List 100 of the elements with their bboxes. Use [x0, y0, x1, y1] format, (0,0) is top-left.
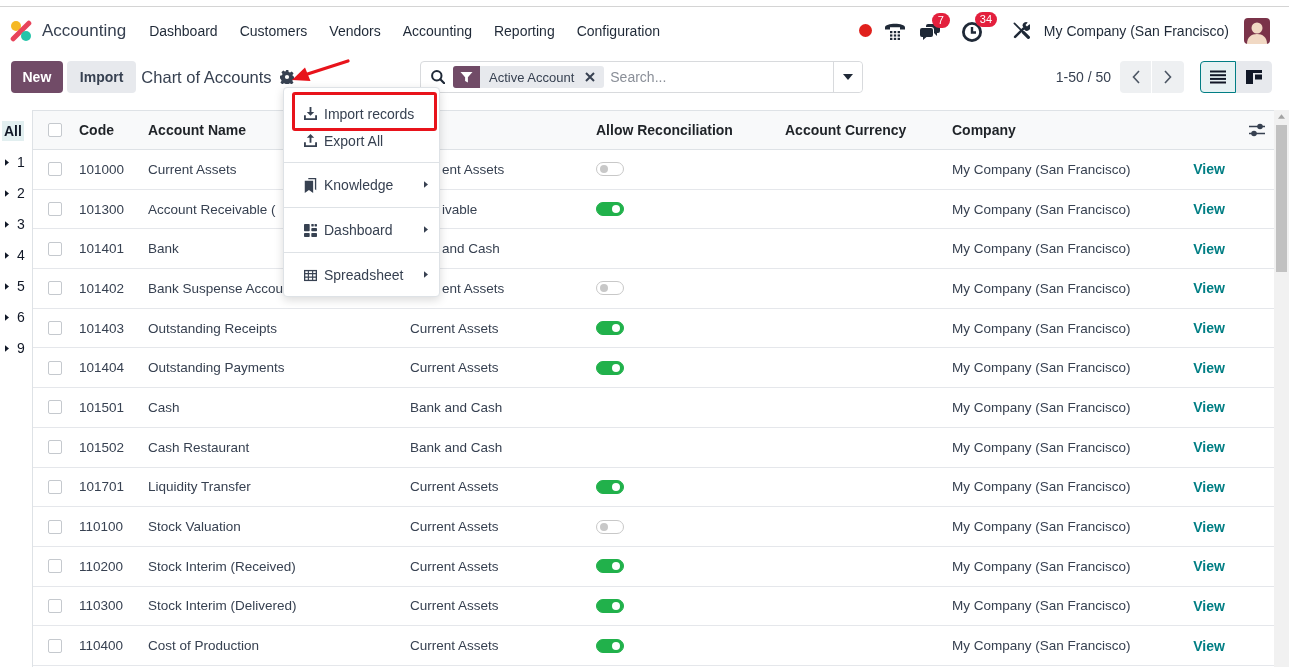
table-cell: My Company (San Francisco)	[952, 558, 1131, 574]
table-cell: My Company (San Francisco)	[952, 519, 1131, 535]
checkbox[interactable]	[48, 638, 62, 653]
category-item[interactable]: 6	[5, 307, 25, 327]
clock-icon[interactable]	[961, 22, 982, 42]
checkbox[interactable]	[48, 519, 62, 534]
table-cell: 110100	[79, 519, 124, 535]
search-input[interactable]: Search...	[604, 63, 833, 91]
category-item[interactable]: All	[2, 121, 24, 141]
menu-item[interactable]: Knowledge	[297, 171, 431, 199]
nav-menu-item[interactable]: Vendors	[318, 22, 392, 39]
remove-icon[interactable]	[585, 72, 596, 82]
next-page-button[interactable]	[1152, 61, 1184, 93]
status-dot-icon[interactable]	[858, 24, 872, 37]
pager-value[interactable]: 1-50 / 50	[1055, 69, 1111, 85]
checkbox[interactable]	[48, 162, 62, 177]
scrollbar-thumb[interactable]	[1276, 125, 1287, 272]
view-link[interactable]: View	[1193, 240, 1225, 257]
table-cell: Liquidity Transfer	[148, 479, 251, 495]
nav-menu-item[interactable]: Dashboard	[138, 22, 229, 39]
column-header[interactable]: Company	[952, 122, 1170, 138]
toggle-switch[interactable]	[596, 559, 624, 574]
nav-menu-item[interactable]: Customers	[228, 22, 319, 39]
scrollbar[interactable]	[1274, 110, 1289, 667]
checkbox[interactable]	[48, 559, 62, 574]
table-cell: My Company (San Francisco)	[952, 201, 1131, 217]
column-header[interactable]: Code	[79, 122, 148, 138]
menu-item[interactable]: Dashboard	[297, 216, 431, 244]
company-switcher[interactable]: My Company (San Francisco)	[1043, 22, 1229, 39]
search-field[interactable]: Active Account Search...	[420, 61, 863, 93]
checkbox[interactable]	[48, 281, 62, 296]
view-link[interactable]: View	[1193, 597, 1225, 614]
menu-item[interactable]: Export All	[297, 127, 431, 154]
checkbox[interactable]	[48, 202, 62, 217]
avatar[interactable]	[1244, 17, 1270, 44]
nav-menu-item[interactable]: Configuration	[565, 22, 671, 39]
column-header[interactable]: Account Currency	[785, 122, 952, 138]
view-link[interactable]: View	[1193, 320, 1225, 337]
checkbox[interactable]	[48, 241, 62, 256]
category-item[interactable]: 5	[5, 276, 25, 296]
view-link[interactable]: View	[1193, 518, 1225, 535]
view-link[interactable]: View	[1193, 161, 1225, 178]
settings-icon[interactable]	[279, 70, 294, 84]
toggle-switch[interactable]	[596, 519, 624, 534]
checkbox[interactable]	[48, 598, 62, 613]
previous-page-button[interactable]	[1120, 61, 1152, 93]
app-logo-icon[interactable]	[10, 19, 32, 42]
view-link[interactable]: View	[1193, 399, 1225, 416]
kanban-view-button[interactable]	[1236, 61, 1272, 93]
table-cell: 101300	[79, 201, 125, 217]
menu-item[interactable]: Spreadsheet	[297, 261, 431, 289]
checkbox[interactable]	[48, 440, 62, 455]
toggle-switch[interactable]	[596, 162, 624, 177]
category-item[interactable]: 2	[5, 183, 25, 203]
sliders-icon[interactable]	[1249, 123, 1265, 137]
view-link[interactable]: View	[1193, 359, 1225, 376]
table-cell: Current Assets	[410, 519, 499, 535]
import-button[interactable]: Import	[66, 61, 137, 93]
menu-item[interactable]: Import records	[297, 100, 431, 127]
phone-icon[interactable]	[884, 21, 905, 40]
checkbox[interactable]	[48, 321, 62, 336]
table-cell: 101403	[79, 320, 125, 336]
table-cell: Stock Interim (Received)	[148, 558, 296, 574]
download-icon	[304, 107, 317, 120]
view-link[interactable]: View	[1193, 280, 1225, 297]
checkbox[interactable]	[48, 360, 62, 375]
checkbox[interactable]	[48, 400, 62, 415]
scroll-up-icon[interactable]	[1278, 114, 1285, 119]
view-link[interactable]: View	[1193, 439, 1225, 456]
category-item[interactable]: 9	[5, 338, 25, 358]
toggle-switch[interactable]	[596, 321, 624, 336]
table-cell: ivable	[442, 201, 478, 217]
table-cell: Stock Interim (Delivered)	[148, 598, 297, 614]
search-options-button[interactable]	[833, 62, 862, 92]
search-icon[interactable]	[431, 70, 445, 84]
toggle-switch[interactable]	[596, 638, 624, 653]
nav-menu-item[interactable]: Accounting	[391, 22, 483, 39]
view-link[interactable]: View	[1193, 637, 1225, 654]
toggle-switch[interactable]	[596, 360, 624, 375]
toggle-switch[interactable]	[596, 479, 624, 494]
toggle-switch[interactable]	[596, 598, 624, 613]
view-link[interactable]: View	[1193, 201, 1225, 218]
list-view-button[interactable]	[1200, 61, 1236, 93]
table-cell: Current Assets	[410, 558, 499, 574]
column-header[interactable]: Allow Reconciliation	[596, 122, 785, 138]
view-link[interactable]: View	[1193, 558, 1225, 575]
nav-menu-item[interactable]: Reporting	[482, 22, 566, 39]
toggle-switch[interactable]	[596, 281, 624, 296]
checkbox[interactable]	[48, 479, 62, 494]
app-name[interactable]: Accounting	[42, 20, 127, 41]
tools-icon[interactable]	[1012, 22, 1030, 39]
view-link[interactable]: View	[1193, 478, 1225, 495]
category-item[interactable]: 4	[5, 245, 25, 265]
chat-icon[interactable]	[919, 24, 940, 41]
select-all-checkbox[interactable]	[48, 123, 62, 137]
new-button[interactable]: New	[11, 61, 63, 93]
table-cell: My Company (San Francisco)	[952, 598, 1131, 614]
toggle-switch[interactable]	[596, 202, 624, 217]
category-item[interactable]: 1	[5, 152, 25, 172]
category-item[interactable]: 3	[5, 214, 25, 234]
